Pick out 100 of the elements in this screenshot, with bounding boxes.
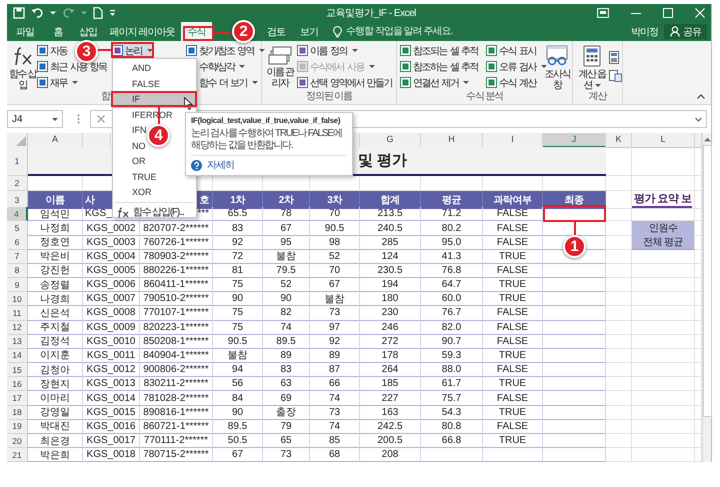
vertical-dots-icon[interactable] [77,114,80,124]
row-header[interactable]: 18 [7,406,28,420]
column-header[interactable]: J [543,133,606,148]
row-header[interactable]: 15 [7,363,28,378]
row-header[interactable]: 17 [7,391,28,406]
ribbon-tab[interactable]: 검토 [259,22,293,41]
row-header[interactable]: 8 [7,264,28,278]
row-header[interactable]: 19 [7,420,28,434]
maximize-icon[interactable] [663,8,673,18]
cancel-icon[interactable] [97,115,105,123]
table-cell: 820707-2****** [140,221,213,236]
row-header[interactable]: 2 [7,176,28,191]
undo-icon[interactable] [31,7,44,19]
row-header[interactable]: 21 [7,448,28,462]
ribbon-tab[interactable]: 페이지 레이아웃 [103,22,181,41]
table-cell: 830211-2****** [140,377,213,392]
person-icon [670,26,680,37]
name-box[interactable]: J4 [7,110,63,128]
table-cell: TRUE [483,278,543,292]
ribbon-button[interactable]: 자동 [36,43,68,58]
column-header[interactable]: K [606,133,632,148]
row-header[interactable]: 12 [7,320,28,335]
sheet-calculator-icon[interactable] [609,70,622,82]
save-icon[interactable] [13,7,25,19]
close-icon[interactable] [695,8,705,18]
ribbon-button[interactable]: 이름 정의 [296,43,359,58]
ribbon-button[interactable]: 이름 관리자 [264,43,296,92]
row-header[interactable]: 20 [7,434,28,448]
table-cell: 200.5 [360,434,421,448]
table-cell: 송정렬 [28,278,83,292]
table-cell: 230 [360,306,421,320]
sheet-icon [37,61,48,72]
search-field[interactable]: 수행할 작업을 알려 주세요. [346,22,496,41]
table-cell: 83 [263,363,310,378]
row-header[interactable]: 16 [7,377,28,392]
table-cell: 김청아 [28,363,83,378]
column-header[interactable]: I [483,133,543,148]
new-file-icon[interactable] [93,7,103,19]
row-header[interactable]: 14 [7,348,28,364]
row-header[interactable]: 6 [7,235,28,250]
share-button[interactable]: 공유 [664,24,707,39]
ribbon-tab[interactable]: 홈 [43,22,73,41]
customize-icon[interactable] [109,9,116,17]
table-cell: 66 [310,377,360,392]
column-header[interactable]: A [28,133,83,148]
scroll-up-icon[interactable] [704,137,710,142]
caret-icon[interactable] [50,10,56,16]
table-cell: 97 [310,320,360,335]
table-cell: 88.0 [421,363,483,378]
tag-stack-icon [268,45,292,65]
caret-icon[interactable] [695,116,702,122]
row-header[interactable]: 13 [7,334,28,349]
table-cell: 60.0 [421,292,483,306]
table-cell: 불참 [310,292,360,306]
table-cell: TRUE [483,377,543,392]
table-cell: 67 [263,221,310,236]
row-header[interactable]: 4 [7,207,28,222]
collapse-icon[interactable] [697,94,705,99]
sheet-icon [486,61,497,72]
table-cell: KGS_0011 [83,348,140,364]
row-header[interactable]: 11 [7,306,28,320]
empty-cell [632,264,695,278]
ribbon-button[interactable]: 함수 삽입 [9,43,36,92]
vertical-scrollbar[interactable] [702,133,711,462]
ribbon-button[interactable]: 수식 표시 [485,43,537,58]
empty-cell [632,147,695,176]
row-header[interactable]: 1 [7,147,28,176]
ribbon-button[interactable]: 참조되는 셀 추적 [399,43,480,58]
ribbon-display-icon[interactable] [597,8,609,18]
sheet-icon [400,77,411,88]
row-header[interactable]: 5 [7,221,28,236]
table-cell: 79 [263,420,310,434]
ribbon-tab[interactable]: 파일 [7,22,43,41]
table-cell: 69 [263,391,310,406]
ribbon-button[interactable]: 선택 영역에서 만들기 [296,75,394,90]
ribbon-tab[interactable]: 보기 [293,22,325,41]
empty-cell [606,363,632,378]
row-header[interactable]: 10 [7,292,28,306]
ribbon-button[interactable]: 참조하는 셀 추적 [399,59,480,74]
row-header[interactable]: 7 [7,250,28,264]
empty-cell [543,448,606,462]
ribbon-button[interactable]: 연결선 제거 [399,75,470,90]
ribbon-tab[interactable]: 삽입 [73,22,103,41]
column-header[interactable]: G [360,133,421,148]
empty-cell [543,406,606,420]
ribbon-button[interactable]: 계산 옵션 [575,43,609,92]
column-header[interactable]: H [421,133,483,148]
column-header[interactable]: L [632,133,695,148]
row-header[interactable]: 9 [7,278,28,292]
ribbon-button[interactable]: 찾기/참조 영역 [185,43,266,58]
help-link[interactable]: 자세히 [207,158,234,172]
ribbon-button[interactable]: 수식 계산 [485,75,537,90]
menu-item[interactable]: 함수 삽입(F)... [113,204,196,220]
empty-cell [606,377,632,392]
table-cell: 770111-2****** [140,434,213,448]
calculator-icon[interactable] [609,51,619,64]
ribbon-button[interactable]: 재무 [36,75,79,90]
table-cell: 780715-2****** [140,448,213,462]
table-cell: 87 [310,363,360,378]
empty-cell [421,448,483,462]
